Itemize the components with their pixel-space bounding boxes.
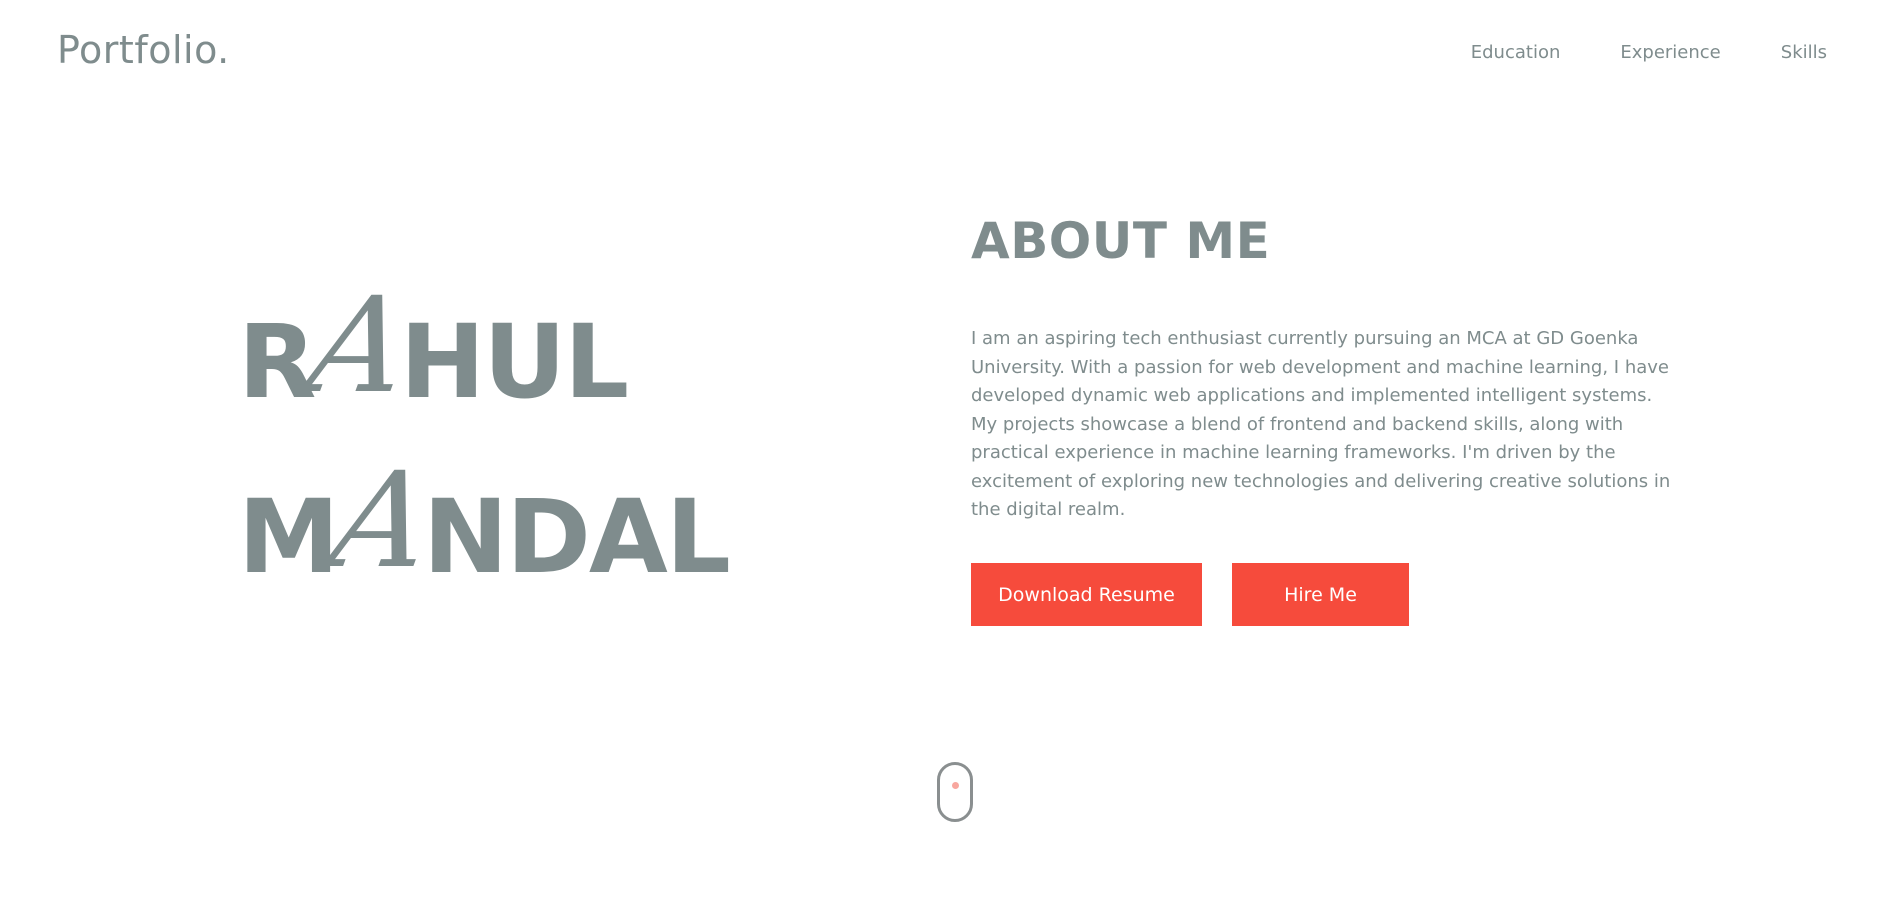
hero-name: RAHUL MANDAL: [238, 269, 731, 620]
main-nav: Education Experience Skills: [1471, 40, 1827, 66]
download-resume-button[interactable]: Download Resume: [971, 563, 1202, 626]
mouse-wheel-dot: [952, 782, 959, 789]
mouse-scroll-icon[interactable]: [937, 762, 973, 822]
nav-link-education[interactable]: Education: [1471, 40, 1561, 66]
nav-link-experience[interactable]: Experience: [1620, 40, 1720, 66]
nav-link-skills[interactable]: Skills: [1781, 40, 1827, 66]
first-name: RAHUL: [238, 269, 729, 445]
last-name-part-2: NDAL: [422, 478, 731, 597]
about-description: I am an aspiring tech enthusiast current…: [971, 328, 1671, 520]
last-name: MANDAL: [238, 444, 731, 620]
brand-logo[interactable]: Portfolio.: [57, 24, 230, 76]
first-name-part-2: HUL: [399, 303, 629, 422]
hire-me-button[interactable]: Hire Me: [1232, 563, 1409, 626]
page: Portfolio. Education Experience Skills R…: [0, 0, 1891, 897]
about-title: ABOUT ME: [971, 212, 1271, 270]
